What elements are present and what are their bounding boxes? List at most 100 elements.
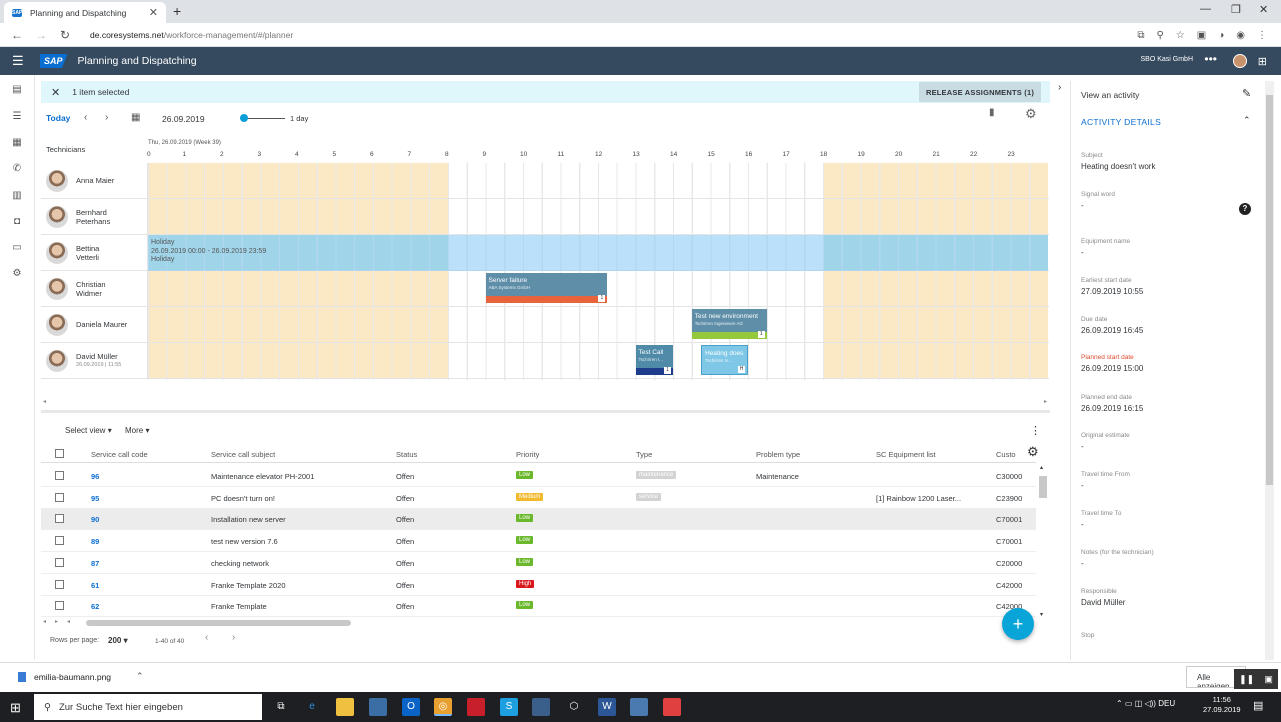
row-checkbox[interactable] xyxy=(55,557,64,567)
activity-details-header[interactable]: ACTIVITY DETAILS xyxy=(1081,117,1161,127)
browser-icon[interactable] xyxy=(369,698,387,716)
collapse-panel-icon[interactable]: › xyxy=(1058,82,1061,93)
badge-icon[interactable]: ◘ xyxy=(11,216,23,228)
notification-icon[interactable]: ▤ xyxy=(1253,699,1263,712)
word-icon[interactable]: W xyxy=(598,698,616,716)
company-name[interactable]: SBO Kasi GmbH xyxy=(1140,56,1193,63)
reload-icon[interactable]: ↻ xyxy=(58,28,72,42)
row-checkbox[interactable] xyxy=(55,601,64,611)
planner-settings-icon[interactable]: ⚙ xyxy=(1025,106,1037,122)
close-window-icon[interactable]: ✕ xyxy=(1259,3,1268,16)
column-header[interactable]: SC Equipment list xyxy=(876,450,936,459)
technician-cell[interactable]: Christian Widmer xyxy=(41,271,148,306)
table-row[interactable]: 96 Maintenance elevator PH-2001 Offen Low ma… xyxy=(41,465,1036,487)
taskbar-search[interactable]: ⚲ Zur Suche Text hier eingeben xyxy=(34,694,262,720)
next-day-icon[interactable]: › xyxy=(105,112,108,123)
technician-cell[interactable]: Daniela Maurer xyxy=(41,307,148,342)
translate-icon[interactable]: ⧉ xyxy=(1137,30,1144,41)
url-field[interactable]: de.coresystems.net/workforce-management/… xyxy=(90,30,293,40)
cell-code[interactable]: 90 xyxy=(91,515,99,524)
task-view-icon[interactable]: ⧉ xyxy=(272,698,290,716)
restore-icon[interactable]: ❐ xyxy=(1231,3,1241,16)
date-picker-icon[interactable]: ▦ xyxy=(131,112,140,123)
zoom-slider-track[interactable] xyxy=(243,118,285,119)
select-view-dropdown[interactable]: Select view ▾ xyxy=(65,426,112,435)
extension-icon[interactable]: ▣ xyxy=(1197,30,1206,41)
rows-per-page-select[interactable]: 200 ▾ xyxy=(108,636,128,645)
hamburger-icon[interactable]: ☰ xyxy=(12,53,28,69)
taskbar-clock[interactable]: 11:56 27.09.2019 xyxy=(1203,695,1241,715)
column-header[interactable]: Status xyxy=(396,450,417,459)
profile-icon[interactable]: ◉ xyxy=(1236,30,1245,41)
table-vertical-thumb[interactable] xyxy=(1039,476,1047,498)
phone-icon[interactable]: ✆ xyxy=(11,163,23,175)
file-explorer-icon[interactable] xyxy=(336,698,354,716)
zoom-icon[interactable]: ⚲ xyxy=(1156,30,1163,41)
row-checkbox[interactable] xyxy=(55,579,64,589)
clipboard-icon[interactable]: ▥ xyxy=(11,190,23,202)
back-icon[interactable]: ← xyxy=(10,28,24,42)
table-row[interactable]: 61 Franke Template 2020 Offen High C42000 xyxy=(41,574,1036,596)
zoom-slider-handle[interactable] xyxy=(240,114,248,122)
scroll-right-icon[interactable]: ▸ xyxy=(55,618,58,625)
security-icon[interactable] xyxy=(467,698,485,716)
map-icon[interactable]: ▮ xyxy=(989,107,995,118)
chevron-up-icon[interactable]: ⌃ xyxy=(1243,115,1251,126)
calendar-icon[interactable]: ▦ xyxy=(11,137,23,149)
skype-icon[interactable]: S xyxy=(500,698,518,716)
row-checkbox[interactable] xyxy=(55,536,64,546)
sap-app-icon[interactable] xyxy=(663,698,681,716)
list-icon[interactable]: ☰ xyxy=(11,111,23,123)
activity-block[interactable]: Server failure ABA Systems GmbH 1 xyxy=(485,273,608,303)
clear-selection-icon[interactable]: ✕ xyxy=(51,86,60,99)
cell-code[interactable]: 96 xyxy=(91,472,99,481)
table-row[interactable]: 90 Installation new server Offen Low C70001 xyxy=(41,508,1036,531)
recorder-overlay[interactable]: ❚❚ ▣ xyxy=(1234,669,1278,689)
scroll-left-icon[interactable]: ◂ xyxy=(67,618,70,625)
table-row[interactable]: 89 test new version 7.6 Offen Low C70001 xyxy=(41,530,1036,553)
browser-tab[interactable]: SAP Planning and Dispatching ✕ xyxy=(4,2,166,23)
table-row[interactable]: 95 PC doesn't turn on! Offen Medium service [… xyxy=(41,487,1036,509)
column-header[interactable]: Custo xyxy=(996,450,1016,459)
today-button[interactable]: Today xyxy=(46,113,70,123)
more-icon[interactable]: ••• xyxy=(1204,52,1217,66)
current-date[interactable]: 26.09.2019 xyxy=(162,114,205,124)
new-tab-icon[interactable]: + xyxy=(173,3,181,19)
row-checkbox[interactable] xyxy=(55,471,64,480)
column-header[interactable]: Service call subject xyxy=(211,450,275,459)
column-header[interactable]: Type xyxy=(636,450,652,459)
scroll-left-icon[interactable]: ◂ xyxy=(43,398,46,405)
download-item[interactable]: emilia-baumann.png xyxy=(18,672,111,682)
pane-splitter[interactable] xyxy=(41,410,1050,413)
pause-icon[interactable]: ❚❚ xyxy=(1239,674,1254,685)
holiday-block[interactable]: Holiday 26.09.2019 00:00 - 26.09.2019 23:… xyxy=(148,235,1048,271)
previous-day-icon[interactable]: ‹ xyxy=(84,112,87,123)
scroll-down-icon[interactable]: ▾ xyxy=(1040,611,1043,618)
page-next-icon[interactable]: › xyxy=(232,632,235,643)
scroll-up-icon[interactable]: ▴ xyxy=(1040,464,1043,471)
chrome-icon[interactable]: ◎ xyxy=(434,698,452,716)
system-tray[interactable]: ⌃ ▭ ◫ ◁)) DEU xyxy=(1116,699,1175,708)
minimize-icon[interactable]: — xyxy=(1200,3,1211,15)
planner-icon[interactable]: ▤ xyxy=(11,84,23,96)
cell-code[interactable]: 87 xyxy=(91,559,99,568)
technician-cell[interactable]: Anna Maier xyxy=(41,163,148,198)
gantt-horizontal-scrollbar[interactable]: ◂ ▸ xyxy=(41,398,1049,408)
cell-code[interactable]: 95 xyxy=(91,494,99,503)
briefcase-icon[interactable]: ▭ xyxy=(11,242,23,254)
outlook-icon[interactable]: O xyxy=(402,698,420,716)
tool-icon[interactable] xyxy=(630,698,648,716)
windows-start-icon[interactable]: ⊞ xyxy=(10,700,21,716)
activity-block[interactable]: Test Call Tschirren I... 1 xyxy=(635,345,673,375)
box-icon[interactable]: ⬡ xyxy=(565,698,583,716)
settings-icon[interactable]: ⚙ xyxy=(11,268,23,280)
star-icon[interactable]: ☆ xyxy=(1176,30,1185,41)
app-icon[interactable] xyxy=(532,698,550,716)
more-dropdown[interactable]: More ▾ xyxy=(125,426,149,435)
app-grid-icon[interactable]: ⊞ xyxy=(1258,55,1267,68)
select-all-checkbox[interactable] xyxy=(55,449,64,458)
chevron-up-icon[interactable]: ⌃ xyxy=(136,671,144,682)
row-checkbox[interactable] xyxy=(55,492,64,502)
table-row[interactable]: 62 Franke Template Offen Low C42000 xyxy=(41,595,1036,618)
row-checkbox[interactable] xyxy=(55,514,64,524)
